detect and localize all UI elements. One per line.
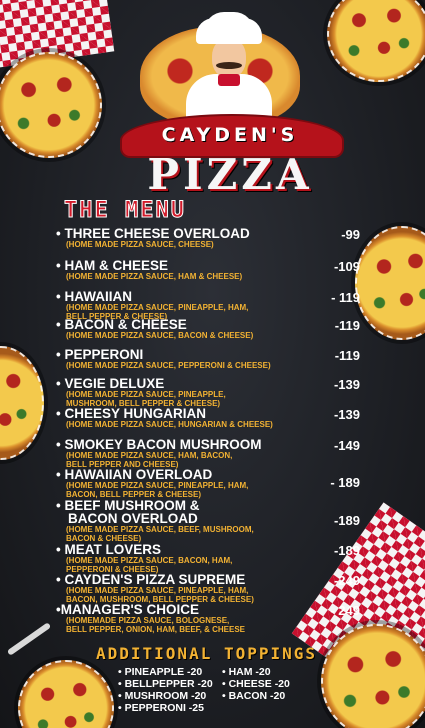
toppings-right-column: • HAM -20 • CHEESE -20 • BACON -20 [222,666,290,702]
chef-mustache [216,62,242,69]
brand-logo: CAYDEN'S PIZZA [120,6,344,199]
pizza-image-top-left [0,52,102,158]
brand-name: CAYDEN'S [161,124,299,146]
menu-item: • HAM & CHEESE (HOME MADE PIZZA SAUCE, H… [56,259,360,281]
menu-item-price: - 189 [330,475,360,490]
menu-item-desc-line2: BELL PEPPER, ONION, HAM, BEEF, & CHEESE [66,625,245,634]
menu-item-price: -119 [334,348,360,363]
pizza-image-bottom-left [18,660,114,728]
menu-page: CAYDEN'S PIZZA THE MENU • THREE CHEESE O… [0,0,425,728]
menu-item-price: -189 [333,513,360,528]
menu-item-price: - 249 [330,603,360,618]
topping-item: • PINEAPPLE -20 [118,666,203,678]
chef-hat-icon [204,12,254,42]
brand-word: PIZZA [147,150,313,199]
menu-item-price: -139 [333,377,360,392]
menu-title: THE MENU [64,198,186,224]
menu-item: • HAWAIIAN OVERLOAD (HOME MADE PIZZA SAU… [56,468,360,499]
menu-item: • BACON & CHEESE (HOME MADE PIZZA SAUCE,… [56,318,360,340]
pizza-image-middle-right [355,226,425,340]
menu-item-price: - 119 [331,290,360,305]
pizza-image-middle-left [0,346,44,460]
topping-item: • HAM -20 [222,666,271,678]
additional-toppings-title: ADDITIONAL TOPPINGS [96,644,318,663]
menu-item: • THREE CHEESE OVERLOAD (HOME MADE PIZZA… [56,227,360,249]
menu-item: • CAYDEN'S PIZZA SUPREME (HOME MADE PIZZ… [56,573,360,604]
menu-item: • CHEESY HUNGARIAN (HOME MADE PIZZA SAUC… [56,407,360,429]
pizza-image-bottom-right [321,624,425,728]
menu-item-price: -249 [333,573,360,588]
menu-item: • PEPPERONI (HOME MADE PIZZA SAUCE, PEPP… [56,348,360,370]
topping-item: • MUSHROOM -20 [118,690,207,702]
pizza-image-top-right [327,0,425,82]
menu-item-price: -149 [333,438,360,453]
menu-item: • SMOKEY BACON MUSHROOM (HOME MADE PIZZA… [56,438,360,469]
menu-item: • VEGIE DELUXE (HOME MADE PIZZA SAUCE, P… [56,377,360,408]
topping-item: • BELLPEPPER -20 [118,678,213,690]
menu-item-price: -99 [341,227,360,242]
menu-item: •MANAGER'S CHOICE (HOMEMADE PIZZA SAUCE,… [56,603,360,634]
menu-item: • BEEF MUSHROOM & BACON OVERLOAD (HOME M… [56,499,360,543]
menu-item-price: -139 [333,407,360,422]
chef-face [212,38,246,78]
topping-item: • PEPPERONI -25 [118,702,204,714]
topping-item: • CHEESE -20 [222,678,290,690]
menu-item: • MEAT LOVERS (HOME MADE PIZZA SAUCE, BA… [56,543,360,574]
menu-item-price: -109 [333,259,360,274]
toppings-left-column: • PINEAPPLE -20 • BELLPEPPER -20 • MUSHR… [118,666,213,714]
topping-item: • BACON -20 [222,690,286,702]
fork-icon [6,622,52,656]
menu-item-price: -119 [334,318,360,333]
chef-scarf [218,74,240,86]
menu-item-price: -189 [333,543,360,558]
